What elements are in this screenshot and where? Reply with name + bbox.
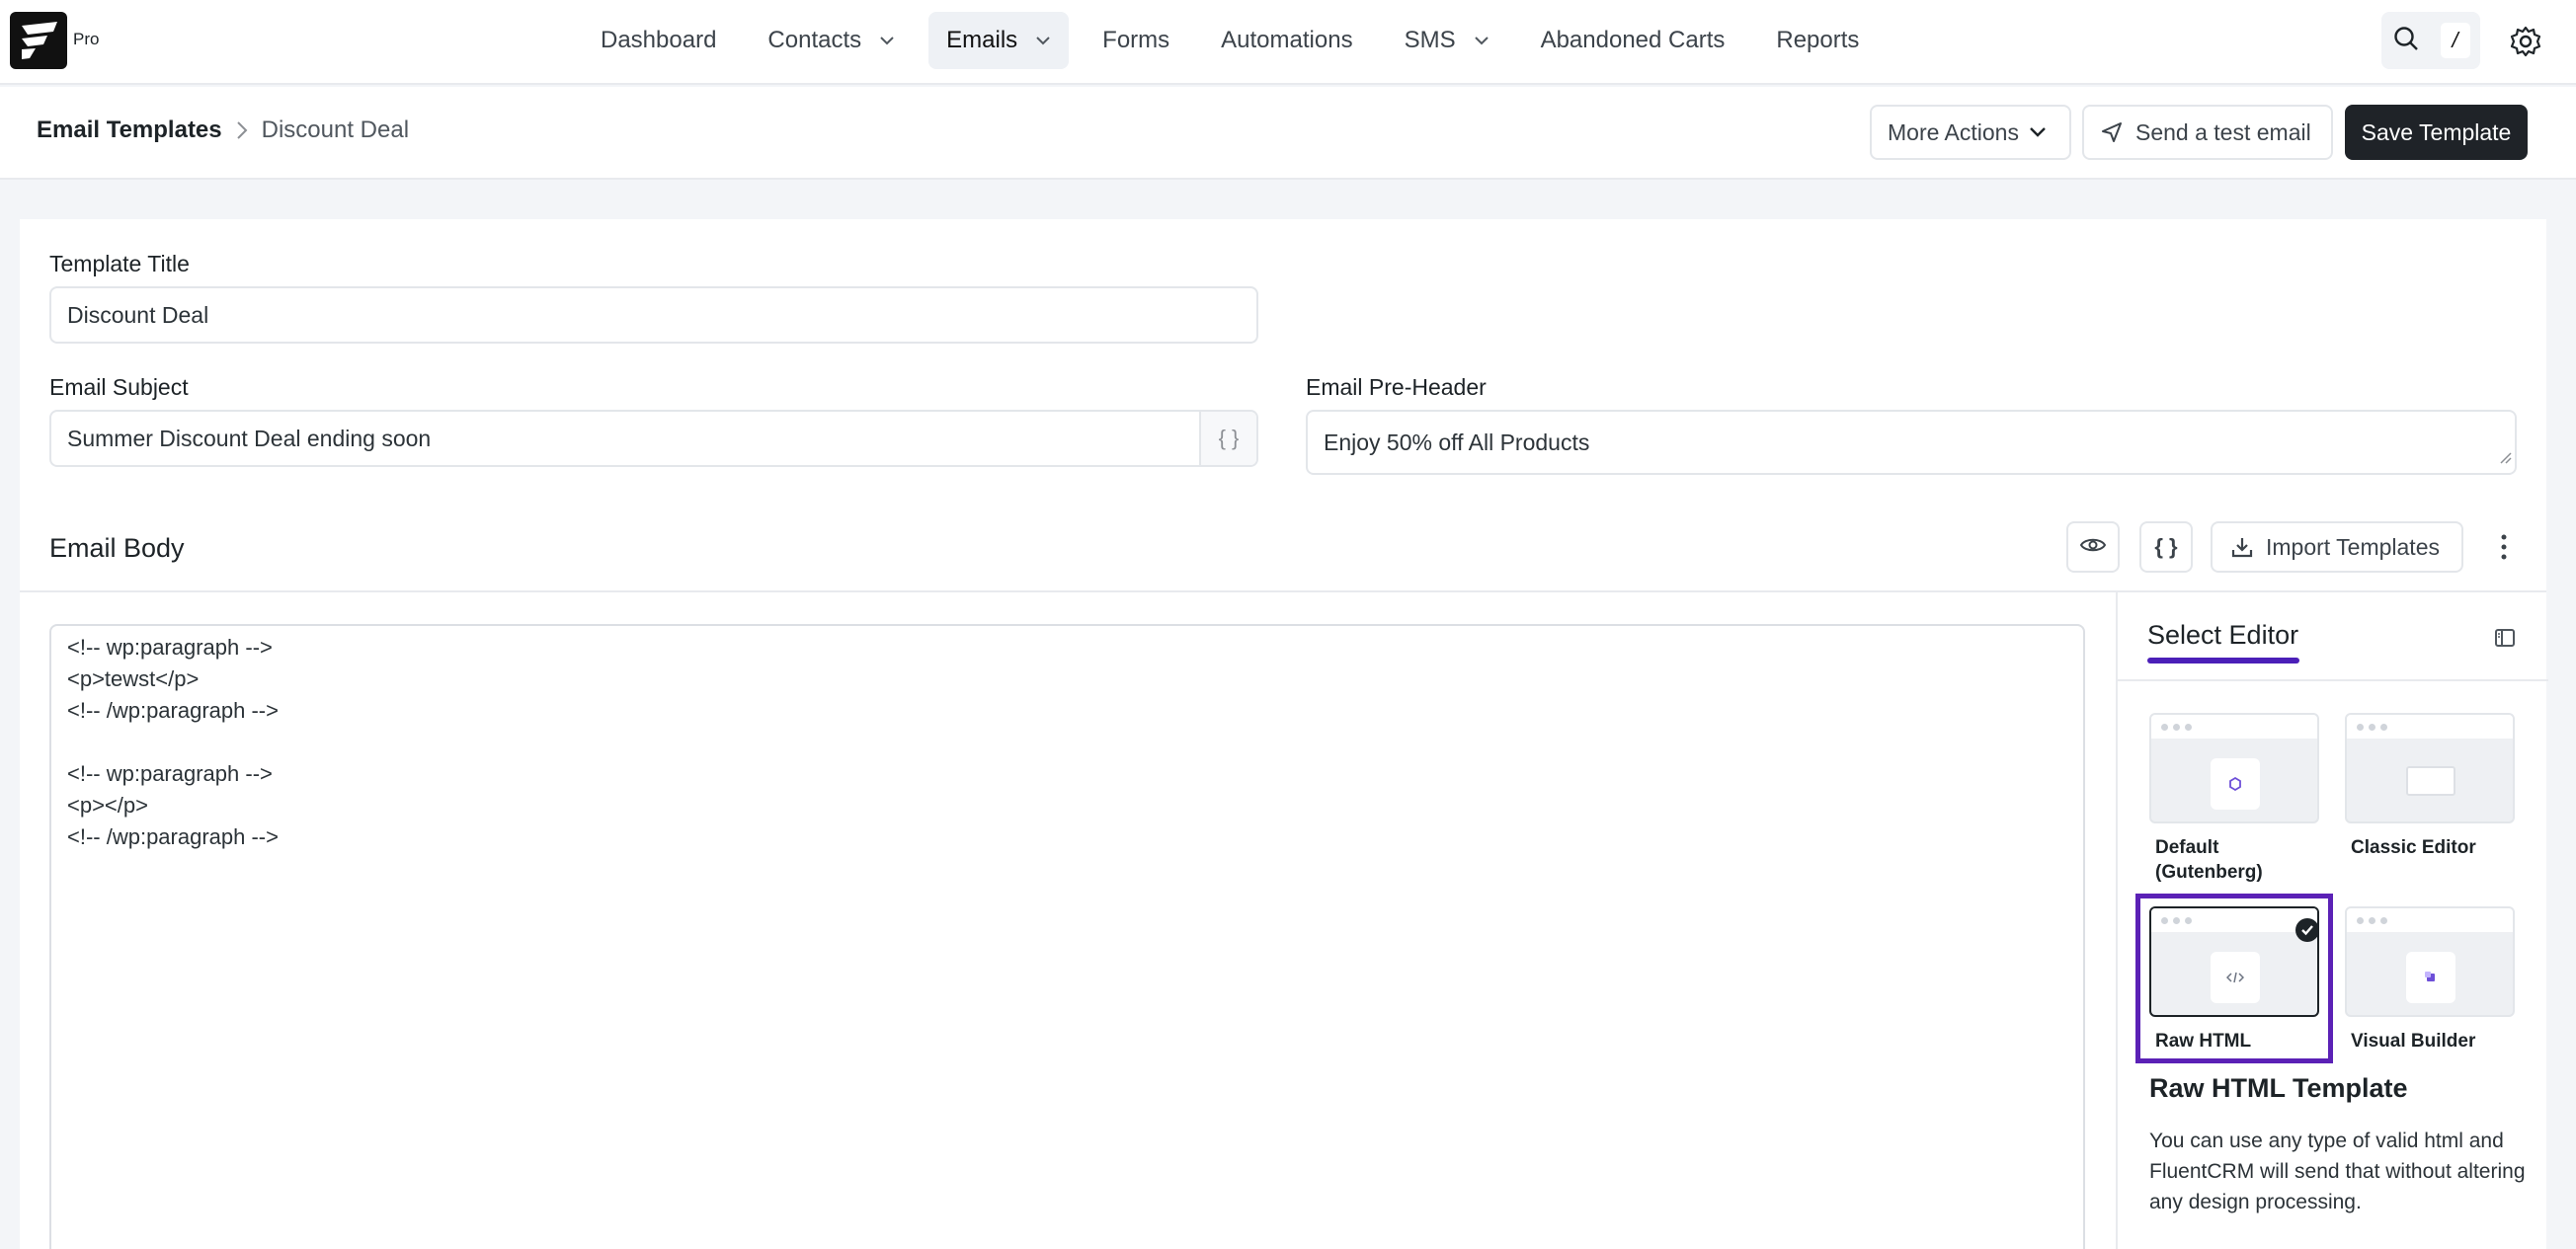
page-header: Email Templates Discount Deal More Actio… <box>0 87 2576 180</box>
more-actions-button[interactable]: More Actions <box>1870 105 2071 160</box>
template-title-input[interactable]: Discount Deal <box>49 286 1258 344</box>
editor-option-gutenberg[interactable]: Default (Gutenberg) <box>2149 713 2319 885</box>
selected-editor-description: You can use any type of valid html and F… <box>2149 1130 2526 1213</box>
nav-reports[interactable]: Reports <box>1758 12 1877 69</box>
search-button[interactable]: / <box>2381 12 2480 69</box>
email-preheader-label: Email Pre-Header <box>1306 374 1487 400</box>
fluentcrm-logo[interactable] <box>10 12 67 69</box>
nav-automations-label: Automations <box>1221 27 1353 53</box>
nav-dashboard-label: Dashboard <box>601 27 717 53</box>
send-test-email-label: Send a test email <box>2135 118 2311 145</box>
nav-automations[interactable]: Automations <box>1203 12 1370 69</box>
import-templates-label: Import Templates <box>2266 533 2440 560</box>
editor-option-label: Classic Editor <box>2351 837 2476 858</box>
nav-abandoned-carts[interactable]: Abandoned Carts <box>1523 12 1743 69</box>
breadcrumb: Email Templates Discount Deal <box>37 117 409 144</box>
top-navigation: Pro Dashboard Contacts Emails Forms Auto… <box>0 0 2576 85</box>
nav-reports-label: Reports <box>1776 27 1860 53</box>
nav-contacts-label: Contacts <box>767 27 862 53</box>
sidebar-toggle-icon[interactable] <box>2493 626 2517 655</box>
smartcode-button[interactable]: { } <box>2139 521 2193 573</box>
editor-option-visual-builder[interactable]: Visual Builder <box>2345 906 2515 1054</box>
breadcrumb-current: Discount Deal <box>261 117 410 143</box>
classic-editor-thumbnail <box>2345 713 2515 823</box>
template-title-value: Discount Deal <box>67 301 209 328</box>
nav-dashboard[interactable]: Dashboard <box>583 12 734 69</box>
nav-sms-label: SMS <box>1404 27 1456 53</box>
import-templates-button[interactable]: Import Templates <box>2211 521 2463 573</box>
search-icon <box>2392 25 2420 57</box>
resize-handle-icon[interactable] <box>2498 443 2512 470</box>
divider <box>2118 679 2548 681</box>
nav-contacts[interactable]: Contacts <box>750 12 913 69</box>
raw-html-code-editor[interactable]: <!-- wp:paragraph --> <p>tewst</p> <!-- … <box>49 624 2085 1249</box>
selected-editor-heading: Raw HTML Template <box>2149 1073 2408 1103</box>
nav-emails-label: Emails <box>946 27 1018 53</box>
pro-badge: Pro <box>73 30 100 48</box>
nav-emails[interactable]: Emails <box>928 12 1070 69</box>
chevron-down-icon <box>1035 36 1051 45</box>
chevron-down-icon <box>879 36 895 45</box>
send-test-email-button[interactable]: Send a test email <box>2082 105 2333 160</box>
eye-icon <box>2079 534 2107 560</box>
subject-smartcode-button[interactable]: { } <box>1199 412 1256 465</box>
chevron-down-icon <box>2029 126 2047 138</box>
active-tab-indicator <box>2147 658 2299 664</box>
nav-sms[interactable]: SMS <box>1387 12 1507 69</box>
download-icon <box>2230 535 2254 559</box>
chevron-right-icon <box>236 120 248 140</box>
email-subject-input[interactable]: Summer Discount Deal ending soon { } <box>49 410 1258 467</box>
more-actions-label: More Actions <box>1888 118 2019 145</box>
more-options-icon[interactable] <box>2489 527 2519 567</box>
preview-button[interactable] <box>2066 521 2120 573</box>
template-title-label: Template Title <box>49 251 190 276</box>
send-icon <box>2100 120 2124 144</box>
email-subject-value: Summer Discount Deal ending soon <box>67 425 432 451</box>
nav-forms[interactable]: Forms <box>1085 12 1187 69</box>
braces-icon: { } <box>2154 534 2178 559</box>
chevron-down-icon <box>1474 36 1489 45</box>
gutenberg-thumbnail <box>2149 713 2319 823</box>
selected-editor-highlight <box>2135 894 2333 1063</box>
email-subject-label: Email Subject <box>49 374 189 400</box>
save-template-button[interactable]: Save Template <box>2345 105 2528 160</box>
email-preheader-textarea[interactable]: Enjoy 50% off All Products <box>1306 410 2517 475</box>
email-body-title: Email Body <box>49 533 185 563</box>
email-preheader-value: Enjoy 50% off All Products <box>1324 429 1590 455</box>
nav-abandoned-carts-label: Abandoned Carts <box>1540 27 1726 53</box>
editor-option-label: Default (Gutenberg) <box>2155 837 2263 883</box>
gear-icon[interactable] <box>2508 24 2543 64</box>
nav-forms-label: Forms <box>1102 27 1170 53</box>
select-editor-tab[interactable]: Select Editor <box>2147 620 2298 651</box>
breadcrumb-email-templates[interactable]: Email Templates <box>37 117 222 144</box>
editor-option-label: Visual Builder <box>2351 1031 2476 1052</box>
search-shortcut-key: / <box>2440 23 2470 58</box>
main-menu: Dashboard Contacts Emails Forms Automati… <box>583 12 1892 69</box>
editor-option-classic[interactable]: Classic Editor <box>2345 713 2515 860</box>
visual-builder-thumbnail <box>2345 906 2515 1017</box>
